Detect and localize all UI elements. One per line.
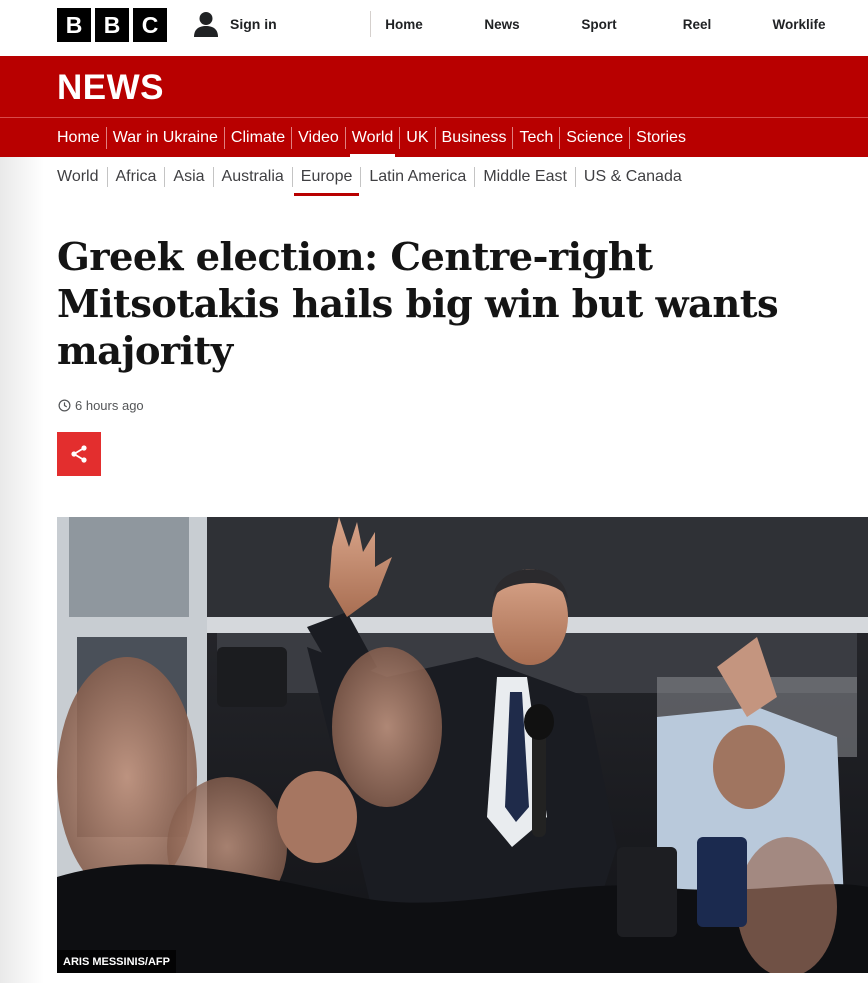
bbc-logo-letter: B bbox=[57, 8, 91, 42]
main-nav-label: Science bbox=[566, 128, 624, 146]
main-nav-label: Tech bbox=[519, 128, 554, 146]
article-hero-image bbox=[57, 517, 868, 973]
sub-nav-label: Africa bbox=[115, 168, 157, 185]
clock-icon bbox=[58, 399, 71, 412]
main-nav-science[interactable]: Science bbox=[560, 118, 629, 157]
sub-nav-world[interactable]: World bbox=[57, 158, 107, 196]
sub-nav-australia[interactable]: Australia bbox=[214, 158, 292, 196]
bbc-logo[interactable]: B B C bbox=[57, 8, 167, 42]
main-nav-business[interactable]: Business bbox=[436, 118, 513, 157]
user-icon bbox=[194, 12, 218, 37]
share-icon bbox=[71, 445, 87, 463]
global-nav-worklife[interactable]: Worklife bbox=[763, 0, 835, 48]
main-nav-uk[interactable]: UK bbox=[400, 118, 434, 157]
sub-nav-label: Asia bbox=[173, 168, 205, 185]
bbc-logo-letter: C bbox=[133, 8, 167, 42]
sub-nav-label: Latin America bbox=[369, 168, 467, 185]
article-headline: Greek election: Centre-right Mitsotakis … bbox=[57, 235, 779, 374]
world-sub-nav: World Africa Asia Australia Europe Latin… bbox=[57, 158, 690, 196]
sub-nav-asia[interactable]: Asia bbox=[165, 158, 212, 196]
main-nav-label: Video bbox=[298, 128, 339, 146]
timestamp-text: 6 hours ago bbox=[75, 398, 144, 413]
main-nav-label: Home bbox=[57, 128, 100, 146]
election-crowd-photo bbox=[57, 517, 868, 973]
main-nav-label: Stories bbox=[636, 128, 686, 146]
main-nav-label: World bbox=[351, 128, 394, 146]
top-bar: B B C Sign in Home News Sport Reel Workl… bbox=[0, 0, 868, 56]
news-section-title[interactable]: NEWS bbox=[57, 68, 164, 108]
sign-in-button[interactable]: Sign in bbox=[192, 10, 277, 38]
sign-in-label: Sign in bbox=[230, 16, 277, 32]
main-nav-video[interactable]: Video bbox=[292, 118, 345, 157]
image-credit: ARIS MESSINIS/AFP bbox=[57, 950, 176, 973]
sub-nav-africa[interactable]: Africa bbox=[108, 158, 165, 196]
main-nav-war-in-ukraine[interactable]: War in Ukraine bbox=[107, 118, 224, 157]
global-nav-news[interactable]: News bbox=[437, 0, 567, 48]
share-button[interactable] bbox=[57, 432, 101, 476]
main-nav-world[interactable]: World bbox=[346, 118, 400, 157]
sub-nav-label: Europe bbox=[300, 168, 353, 185]
sub-nav-label: Australia bbox=[221, 168, 284, 185]
global-nav-sport[interactable]: Sport bbox=[567, 0, 631, 48]
bbc-logo-letter: B bbox=[95, 8, 129, 42]
sub-nav-europe[interactable]: Europe bbox=[293, 158, 361, 196]
global-nav: Home News Sport Reel Worklife bbox=[371, 0, 835, 48]
main-nav-home[interactable]: Home bbox=[57, 118, 106, 157]
sub-nav-latin-america[interactable]: Latin America bbox=[361, 158, 474, 196]
main-nav-label: Climate bbox=[230, 128, 286, 146]
sub-nav-us-canada[interactable]: US & Canada bbox=[576, 158, 690, 196]
main-nav-label: War in Ukraine bbox=[112, 128, 218, 146]
sub-nav-label: Middle East bbox=[483, 168, 567, 185]
global-nav-home[interactable]: Home bbox=[371, 0, 437, 48]
sub-nav-label: World bbox=[57, 168, 99, 185]
main-nav-label: Business bbox=[441, 128, 507, 146]
global-nav-reel[interactable]: Reel bbox=[631, 0, 763, 48]
news-main-nav: Home War in Ukraine Climate Video World … bbox=[57, 118, 692, 157]
main-nav-stories[interactable]: Stories bbox=[630, 118, 692, 157]
article-timestamp: 6 hours ago bbox=[58, 398, 144, 413]
main-nav-tech[interactable]: Tech bbox=[513, 118, 559, 157]
main-nav-climate[interactable]: Climate bbox=[225, 118, 291, 157]
main-nav-label: UK bbox=[406, 128, 429, 146]
sub-nav-middle-east[interactable]: Middle East bbox=[475, 158, 575, 196]
sub-nav-label: US & Canada bbox=[583, 168, 682, 185]
